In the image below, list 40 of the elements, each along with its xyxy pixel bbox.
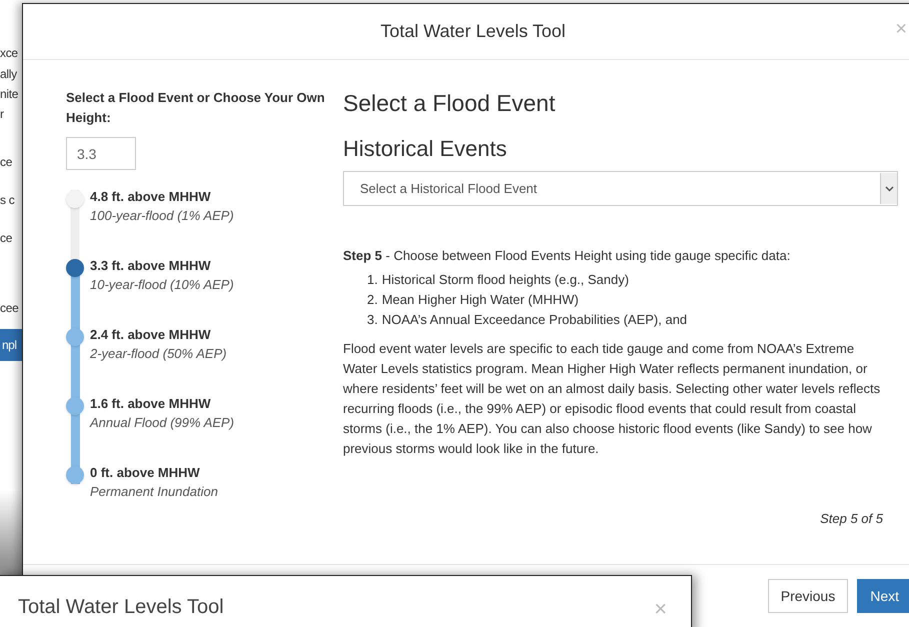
text-fragment: r xyxy=(0,106,4,123)
slider-stop-handle[interactable] xyxy=(66,328,84,346)
text-fragment: ce xyxy=(0,154,12,171)
slider-stop-handle[interactable] xyxy=(66,190,84,208)
stop-height: 2.4 ft. above MHHW xyxy=(90,326,212,344)
section-subheading: Historical Events xyxy=(343,136,508,162)
previous-button[interactable]: Previous xyxy=(768,579,848,613)
list-item: 1. Historical Storm flood heights (e.g., Sandy) xyxy=(367,271,629,289)
window-title: Total Water Levels Tool xyxy=(380,21,566,42)
stop-name: Annual Flood (99% AEP) xyxy=(90,414,234,432)
caret-icon xyxy=(884,186,894,192)
text-fragment: xce xyxy=(0,45,18,62)
stop-name: 10-year-flood (10% AEP) xyxy=(90,276,234,294)
list-item: 3. NOAA’s Annual Exceedance Probabilities (AEP), and xyxy=(367,311,688,329)
text-fragment: s c xyxy=(0,192,14,209)
slider-stop-handle[interactable] xyxy=(66,397,84,415)
step-intro: Step 5 - Choose between Flood Events Height using tide gauge specific data: xyxy=(343,247,792,265)
page-button[interactable]: npl xyxy=(0,329,22,361)
section-heading: Select a Flood Event xyxy=(343,90,556,117)
next-button[interactable]: Next xyxy=(857,579,909,613)
text-fragment: ally xyxy=(0,66,17,83)
stop-height: 0 ft. above MHHW xyxy=(90,464,201,482)
list-item: 2. Mean Higher High Water (MHHW) xyxy=(367,291,579,309)
text-fragment: ce xyxy=(0,230,12,247)
slider-stop-handle[interactable] xyxy=(66,466,84,484)
description-paragraph: Flood event water levels are specific to each tide gauge and come from NOAA’s Extreme Water Levels statistics program. Mean Higher High Water reflects permanent inundation, or where residents’ feet will be wet on an almost daily basis. Selecting other water levels reflects recurring floods (i.e., the 99% AEP) or episodic flood events that could result from coastal storms (i.e., the 1% AEP). You can also choose historic flood events (like Sandy) to see how previous storms would look like in the future. xyxy=(343,340,882,458)
text-fragment: cee xyxy=(0,300,18,317)
text-fragment: nite xyxy=(0,86,18,103)
stop-name: 100-year-flood (1% AEP) xyxy=(90,207,234,225)
stop-height: 3.3 ft. above MHHW xyxy=(90,257,212,275)
slider-stop-handle[interactable] xyxy=(66,259,84,277)
stop-height: 1.6 ft. above MHHW xyxy=(90,395,212,413)
step-counter: Step 5 of 5 xyxy=(820,511,883,526)
height-label: Select a Flood Event or Choose Your Own Height: xyxy=(66,89,326,127)
stop-height: 4.8 ft. above MHHW xyxy=(90,188,212,206)
stop-name: 2-year-flood (50% AEP) xyxy=(90,345,228,363)
height-input[interactable]: 3.3 xyxy=(66,137,136,170)
window-title: Total Water Levels Tool xyxy=(18,596,224,619)
event-select[interactable]: Select a Historical Flood Event xyxy=(343,171,898,206)
stop-name: Permanent Inundation xyxy=(90,483,219,501)
